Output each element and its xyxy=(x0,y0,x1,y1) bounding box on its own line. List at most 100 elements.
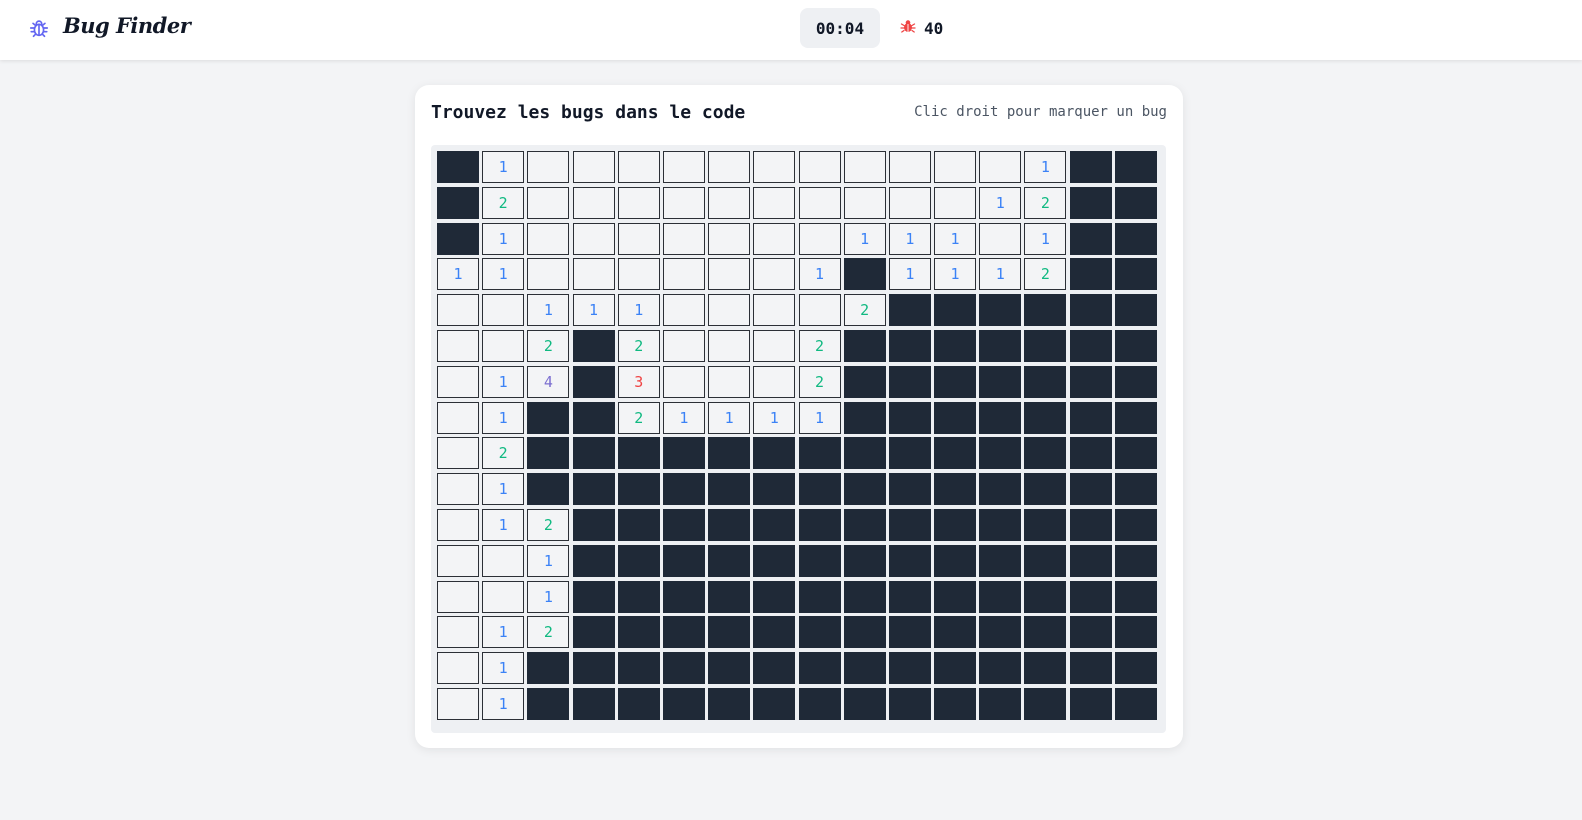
board-cell[interactable] xyxy=(572,473,615,506)
board-cell[interactable] xyxy=(753,294,796,327)
board-cell[interactable]: 1 xyxy=(437,258,479,291)
board-cell[interactable] xyxy=(934,652,977,685)
board-cell[interactable] xyxy=(662,258,705,291)
board-cell[interactable] xyxy=(482,294,525,327)
board-cell[interactable] xyxy=(437,151,479,183)
board-cell[interactable] xyxy=(437,294,479,327)
board-cell[interactable]: 1 xyxy=(979,186,1022,219)
board-cell[interactable] xyxy=(1069,151,1112,183)
board-cell[interactable] xyxy=(888,329,931,362)
board-cell[interactable] xyxy=(1024,329,1067,362)
board-cell[interactable] xyxy=(1114,616,1157,649)
board-cell[interactable] xyxy=(527,186,570,219)
board-cell[interactable] xyxy=(979,687,1022,720)
board-cell[interactable] xyxy=(482,329,525,362)
board-cell[interactable]: 1 xyxy=(527,294,570,327)
board-cell[interactable] xyxy=(934,294,977,327)
board-cell[interactable] xyxy=(1069,580,1112,613)
board-cell[interactable] xyxy=(1114,437,1157,470)
board-cell[interactable]: 1 xyxy=(617,294,660,327)
board-cell[interactable] xyxy=(979,580,1022,613)
board-cell[interactable] xyxy=(843,508,886,541)
board-cell[interactable] xyxy=(708,294,751,327)
board-cell[interactable] xyxy=(979,401,1022,434)
board-cell[interactable] xyxy=(708,473,751,506)
board-cell[interactable] xyxy=(1069,544,1112,577)
board-cell[interactable] xyxy=(843,365,886,398)
board-cell[interactable] xyxy=(662,580,705,613)
board-cell[interactable] xyxy=(798,580,841,613)
board-cell[interactable]: 1 xyxy=(662,401,705,434)
board-cell[interactable] xyxy=(662,652,705,685)
board-cell[interactable] xyxy=(979,151,1022,183)
board-cell[interactable] xyxy=(1024,294,1067,327)
board-cell[interactable] xyxy=(662,616,705,649)
board-cell[interactable]: 1 xyxy=(482,473,525,506)
board-cell[interactable]: 2 xyxy=(527,616,570,649)
board-cell[interactable]: 1 xyxy=(482,508,525,541)
board-cell[interactable] xyxy=(527,222,570,255)
board-cell[interactable] xyxy=(437,186,479,219)
board-cell[interactable] xyxy=(843,151,886,183)
board-cell[interactable] xyxy=(617,687,660,720)
board-cell[interactable] xyxy=(617,616,660,649)
board-cell[interactable] xyxy=(888,151,931,183)
board-cell[interactable] xyxy=(437,616,479,649)
board-cell[interactable] xyxy=(572,186,615,219)
board-cell[interactable] xyxy=(572,580,615,613)
board-cell[interactable] xyxy=(572,544,615,577)
board-cell[interactable] xyxy=(798,151,841,183)
board-cell[interactable] xyxy=(888,186,931,219)
board-cell[interactable] xyxy=(979,544,1022,577)
board-cell[interactable]: 2 xyxy=(798,329,841,362)
board-cell[interactable] xyxy=(708,365,751,398)
board-cell[interactable] xyxy=(662,151,705,183)
board-cell[interactable] xyxy=(527,473,570,506)
board-cell[interactable] xyxy=(753,580,796,613)
board-cell[interactable] xyxy=(1114,186,1157,219)
board-cell[interactable] xyxy=(1024,437,1067,470)
board-cell[interactable]: 1 xyxy=(482,652,525,685)
board-cell[interactable] xyxy=(843,329,886,362)
board-cell[interactable] xyxy=(662,473,705,506)
board-cell[interactable]: 3 xyxy=(617,365,660,398)
board-cell[interactable] xyxy=(437,580,479,613)
board-cell[interactable] xyxy=(934,365,977,398)
board-cell[interactable] xyxy=(1069,473,1112,506)
board-cell[interactable]: 2 xyxy=(527,508,570,541)
board-cell[interactable] xyxy=(662,687,705,720)
board-cell[interactable] xyxy=(1024,365,1067,398)
board-cell[interactable] xyxy=(617,508,660,541)
board-cell[interactable] xyxy=(934,437,977,470)
board-cell[interactable] xyxy=(888,652,931,685)
board-cell[interactable] xyxy=(753,652,796,685)
board-cell[interactable] xyxy=(437,544,479,577)
board-cell[interactable] xyxy=(798,616,841,649)
board-cell[interactable] xyxy=(888,616,931,649)
board-cell[interactable] xyxy=(1024,508,1067,541)
board-cell[interactable] xyxy=(482,544,525,577)
board-cell[interactable] xyxy=(708,508,751,541)
board-cell[interactable]: 2 xyxy=(798,365,841,398)
board-cell[interactable] xyxy=(617,652,660,685)
board-cell[interactable] xyxy=(979,437,1022,470)
board-cell[interactable]: 2 xyxy=(843,294,886,327)
board-cell[interactable]: 1 xyxy=(1024,151,1067,183)
board-cell[interactable]: 1 xyxy=(798,401,841,434)
board-cell[interactable] xyxy=(1024,473,1067,506)
board-cell[interactable] xyxy=(753,329,796,362)
board-cell[interactable] xyxy=(1114,329,1157,362)
board-cell[interactable] xyxy=(527,258,570,291)
board-cell[interactable]: 1 xyxy=(888,222,931,255)
board-cell[interactable] xyxy=(572,329,615,362)
board-cell[interactable] xyxy=(437,473,479,506)
board-cell[interactable] xyxy=(843,687,886,720)
board-cell[interactable] xyxy=(798,473,841,506)
board-cell[interactable] xyxy=(979,329,1022,362)
board-cell[interactable] xyxy=(1069,401,1112,434)
board-cell[interactable]: 4 xyxy=(527,365,570,398)
board-cell[interactable] xyxy=(527,687,570,720)
board-cell[interactable] xyxy=(708,652,751,685)
board-cell[interactable] xyxy=(708,687,751,720)
board-cell[interactable]: 1 xyxy=(572,294,615,327)
